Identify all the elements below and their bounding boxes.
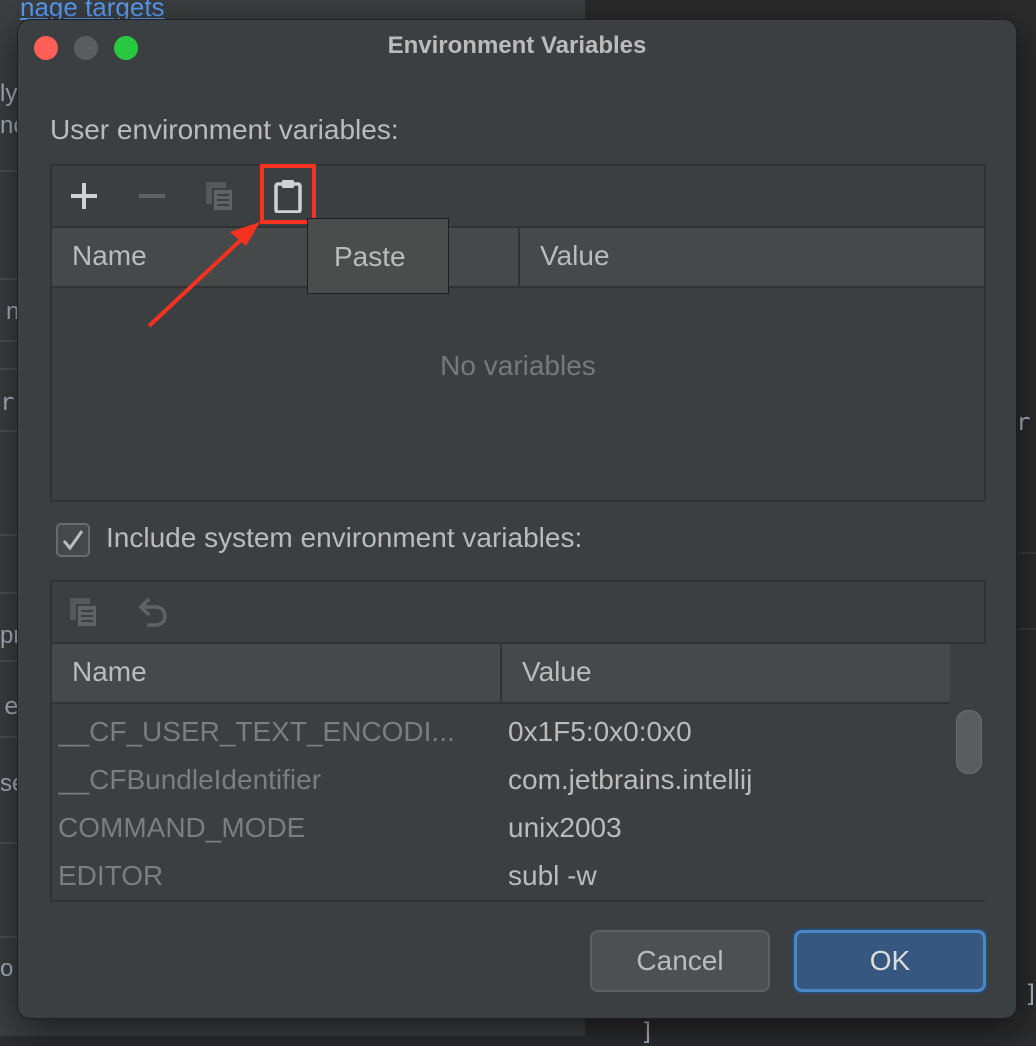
variable-name: __CFBundleIdentifier — [58, 764, 322, 795]
variable-name: COMMAND_MODE — [58, 812, 306, 843]
background-fragment: o — [0, 955, 14, 982]
background-divider — [0, 368, 18, 370]
background-divider — [0, 534, 18, 536]
value-column-header[interactable]: Value — [522, 656, 592, 688]
cancel-button[interactable]: Cancel — [590, 930, 770, 992]
include-system-label[interactable]: Include system environment variables: — [106, 522, 582, 554]
scrollbar-thumb[interactable] — [956, 710, 982, 774]
background-fragment: ly — [0, 80, 18, 107]
paste-tooltip: Paste — [307, 218, 449, 294]
name-column-header[interactable]: Name — [72, 656, 147, 688]
background-fragment: r — [0, 388, 15, 416]
background-divider — [0, 736, 18, 738]
table-row[interactable]: __CF_USER_TEXT_ENCODI... 0x1F5:0x0:0x0 — [52, 708, 950, 756]
background-divider — [0, 278, 18, 280]
background-divider — [0, 430, 18, 432]
system-variables-header: Name Value — [52, 644, 950, 704]
environment-variables-dialog: Environment Variables User environment v… — [18, 20, 1016, 1018]
checkmark-icon — [62, 530, 84, 551]
background-divider — [0, 842, 18, 844]
table-row[interactable]: COMMAND_MODE unix2003 — [52, 804, 950, 852]
background-divider — [0, 660, 18, 662]
ok-button[interactable]: OK — [794, 930, 986, 992]
variable-value: unix2003 — [508, 812, 622, 843]
background-fragment: r — [1016, 408, 1031, 436]
variable-value: com.jetbrains.intellij — [508, 764, 753, 795]
table-row[interactable]: EDITOR subl -w — [52, 852, 950, 900]
background-divider — [0, 340, 18, 342]
variable-value: 0x1F5:0x0:0x0 — [508, 716, 692, 747]
copy-system-variable-button[interactable] — [64, 592, 104, 632]
system-variables-toolbar — [52, 582, 984, 644]
undo-icon — [138, 597, 167, 627]
variable-name: __CF_USER_TEXT_ENCODI... — [58, 716, 455, 747]
variable-name: EDITOR — [58, 860, 164, 891]
include-system-checkbox[interactable] — [56, 523, 90, 557]
table-row[interactable]: __CFBundleIdentifier com.jetbrains.intel… — [52, 756, 950, 804]
copy-icon — [70, 598, 98, 628]
column-separator[interactable] — [500, 644, 502, 702]
background-divider — [0, 936, 18, 938]
background-fragment: ] — [1024, 980, 1036, 1008]
reset-system-variable-button[interactable] — [132, 592, 172, 632]
background-fragment: ] — [640, 1018, 655, 1046]
background-divider — [1016, 552, 1036, 554]
variable-value: subl -w — [508, 860, 597, 891]
system-variables-panel: Name Value __CF_USER_TEXT_ENCODI... 0x1F… — [50, 580, 986, 902]
background-divider — [0, 170, 18, 172]
background-divider — [0, 592, 18, 594]
background-divider — [1016, 628, 1036, 630]
background-fragment: e — [4, 692, 19, 720]
